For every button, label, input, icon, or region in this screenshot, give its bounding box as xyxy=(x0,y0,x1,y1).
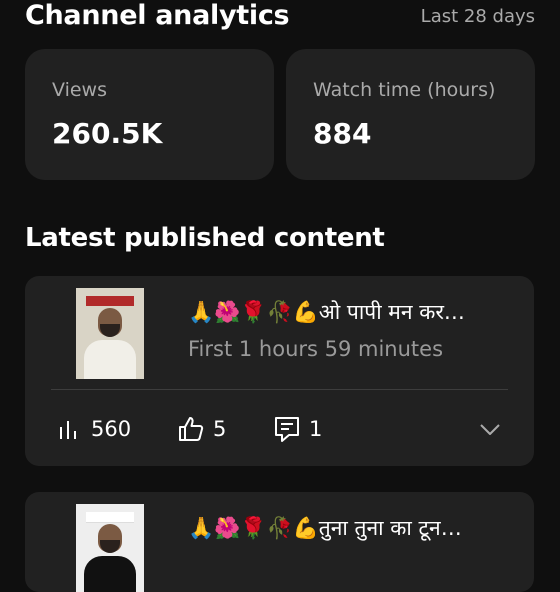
watch-time-card[interactable]: Watch time (hours) 884 xyxy=(286,49,535,180)
views-value: 260.5K xyxy=(52,117,163,150)
thumbs-up-icon xyxy=(179,417,204,441)
thumbnail-banner xyxy=(86,512,134,523)
divider xyxy=(51,389,508,390)
video-performance-label: First 1 hours 59 minutes xyxy=(188,337,444,361)
header: Channel analytics Last 28 days xyxy=(25,0,535,38)
watch-time-value: 884 xyxy=(313,117,372,150)
thumbnail-person-body xyxy=(84,340,136,379)
date-range-label[interactable]: Last 28 days xyxy=(421,6,535,27)
video-thumbnail[interactable] xyxy=(76,504,144,592)
likes-count: 5 xyxy=(213,417,227,441)
video-title[interactable]: 🙏🌺🌹🥀💪ओ पापी मन कर… xyxy=(188,298,508,326)
watch-time-label: Watch time (hours) xyxy=(313,79,496,101)
views-label: Views xyxy=(52,79,107,101)
views-card[interactable]: Views 260.5K xyxy=(25,49,274,180)
content-card[interactable]: 🙏🌺🌹🥀💪ओ पापी मन कर… First 1 hours 59 minu… xyxy=(25,276,534,466)
bar-chart-icon xyxy=(60,421,76,439)
video-thumbnail[interactable] xyxy=(76,288,144,379)
video-title[interactable]: 🙏🌺🌹🥀💪तुना तुना का टून… xyxy=(188,514,508,542)
section-title: Latest published content xyxy=(25,223,385,253)
comment-icon xyxy=(275,417,299,442)
chevron-down-icon[interactable] xyxy=(477,416,503,442)
thumbnail-banner xyxy=(86,296,134,306)
content-card[interactable]: 🙏🌺🌹🥀💪तुना तुना का टून… xyxy=(25,492,534,592)
page-title: Channel analytics xyxy=(25,0,290,31)
views-metric: 560 xyxy=(55,413,131,445)
thumbnail-person-body xyxy=(84,556,136,592)
views-count: 560 xyxy=(91,417,132,441)
comments-count: 1 xyxy=(309,417,323,441)
comments-metric: 1 xyxy=(273,413,322,445)
likes-metric: 5 xyxy=(177,413,226,445)
